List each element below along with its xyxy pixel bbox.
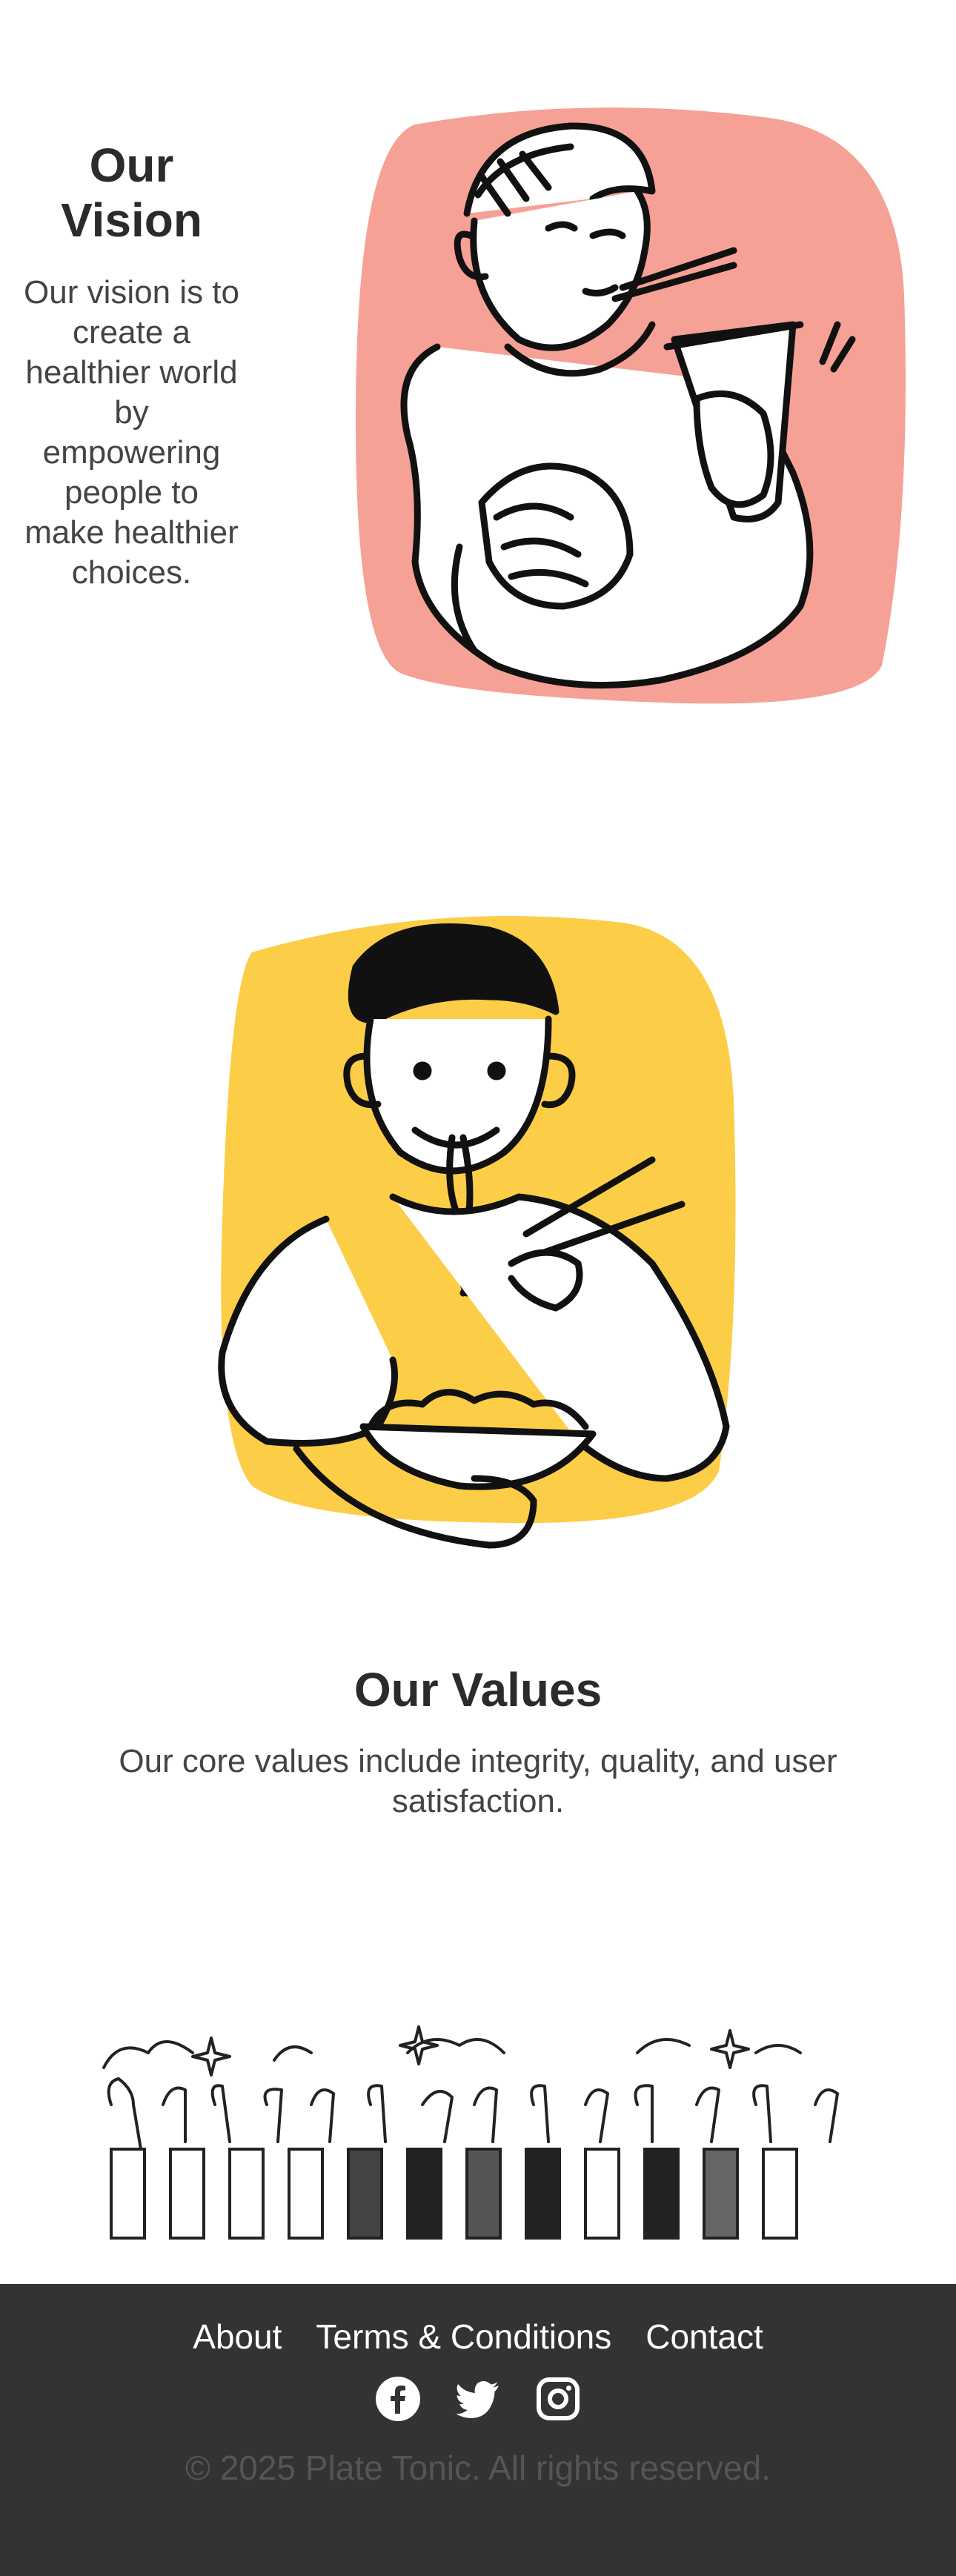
footer-link-terms[interactable]: Terms & Conditions	[316, 2311, 611, 2363]
copyright-text: © 2025 Plate Tonic. All rights reserved.	[185, 2449, 771, 2487]
vision-text: Our vision is to create a healthier worl…	[24, 274, 239, 591]
raised-hands-illustration	[102, 2025, 839, 2240]
person-eating-noodles-illustration	[218, 916, 736, 1549]
values-text: Our core values include integrity, quali…	[119, 1743, 837, 1819]
footer-link-about[interactable]: About	[193, 2311, 282, 2363]
facebook-icon[interactable]	[374, 2375, 422, 2427]
footer-nav: About Terms & Conditions Contact	[0, 2311, 956, 2363]
social-links	[0, 2375, 956, 2427]
twitter-icon[interactable]	[454, 2375, 502, 2427]
values-title: Our Values	[353, 1663, 603, 1716]
person-drinking-illustration	[356, 107, 906, 704]
instagram-icon[interactable]	[534, 2375, 582, 2427]
footer-link-contact[interactable]: Contact	[645, 2311, 763, 2363]
vision-title: Our Vision	[61, 139, 202, 247]
